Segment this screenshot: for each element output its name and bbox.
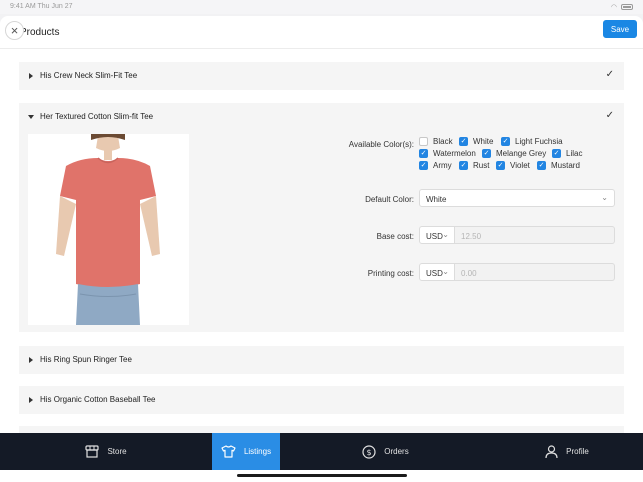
status-time: 9:41 AM Thu Jun 27	[10, 3, 73, 10]
product-row-header[interactable]: His Ring Spun Ringer Tee	[19, 346, 624, 374]
product-row[interactable]: His Crew Neck Slim-Fit Tee ✓	[19, 62, 624, 90]
tshirt-icon	[221, 445, 236, 458]
checkbox-checked-icon: ✓	[419, 160, 428, 170]
product-row[interactable]: His Ring Spun Ringer Tee	[19, 346, 624, 374]
printing-cost-currency-select[interactable]: USD ⌄	[419, 263, 455, 281]
color-checkbox-light-fuchsia[interactable]: ✓ Light Fuchsia	[501, 136, 563, 146]
svg-text:$: $	[367, 448, 372, 457]
chevron-down-icon: ⌄	[442, 230, 449, 239]
checkmark-icon: ✓	[605, 69, 614, 80]
close-button[interactable]: ×	[5, 21, 24, 40]
product-name: His Crew Neck Slim-Fit Tee	[40, 71, 138, 80]
color-checkbox-army[interactable]: ✓ Army	[419, 160, 459, 170]
checkbox-checked-icon: ✓	[459, 160, 468, 170]
page-title: Products	[20, 27, 60, 38]
color-checkbox-watermelon[interactable]: ✓ Watermelon	[419, 148, 482, 158]
product-row-header[interactable]: Her Textured Cotton Slim-fit Tee ✓	[19, 103, 624, 131]
product-row-header[interactable]: His Crew Neck Slim-Fit Tee ✓	[19, 62, 624, 90]
checkbox-unchecked-icon	[419, 136, 428, 146]
checkbox-checked-icon: ✓	[552, 148, 561, 158]
battery-icon	[621, 4, 633, 10]
color-checkbox-black[interactable]: Black	[419, 136, 459, 146]
tab-profile-label: Profile	[566, 447, 589, 456]
product-name: Her Textured Cotton Slim-fit Tee	[40, 112, 154, 121]
product-row-header[interactable]: His Organic Cotton Baseball Tee	[19, 386, 624, 414]
tab-store[interactable]: Store	[0, 433, 212, 470]
product-image	[28, 134, 189, 325]
caret-down-icon	[28, 115, 34, 119]
color-checkbox-grid: Black ✓ White ✓ Light Fuchsia ✓ Watermelon …	[419, 135, 582, 171]
wifi-icon: ◠	[610, 4, 617, 11]
tab-profile[interactable]: Profile	[491, 433, 643, 470]
base-cost-input[interactable]: 12.50	[455, 226, 615, 244]
tab-listings[interactable]: Listings	[212, 433, 280, 470]
color-checkbox-lilac[interactable]: ✓ Lilac	[552, 148, 582, 158]
sheet-header: Products × Save	[0, 16, 643, 49]
product-name: His Ring Spun Ringer Tee	[40, 355, 132, 364]
caret-right-icon	[29, 73, 33, 79]
available-colors-label: Available Color(s):	[348, 140, 414, 149]
home-indicator[interactable]	[237, 474, 407, 477]
color-checkbox-white[interactable]: ✓ White	[459, 136, 501, 146]
default-color-label: Default Color:	[365, 195, 414, 204]
checkbox-checked-icon: ✓	[419, 148, 428, 158]
printing-cost-field: USD ⌄ 0.00	[419, 263, 615, 281]
product-name: His Organic Cotton Baseball Tee	[40, 395, 156, 404]
color-checkbox-melange-grey[interactable]: ✓ Melange Grey	[482, 148, 552, 158]
printing-cost-input[interactable]: 0.00	[455, 263, 615, 281]
tab-listings-label: Listings	[243, 447, 272, 456]
checkmark-icon: ✓	[605, 110, 614, 121]
color-checkbox-mustard[interactable]: ✓ Mustard	[537, 160, 580, 170]
save-button[interactable]: Save	[603, 20, 637, 38]
color-checkbox-violet[interactable]: ✓ Violet	[496, 160, 537, 170]
color-checkbox-rust[interactable]: ✓ Rust	[459, 160, 496, 170]
tab-orders[interactable]: $ Orders	[280, 433, 491, 470]
base-cost-currency-select[interactable]: USD ⌄	[419, 226, 455, 244]
caret-right-icon	[29, 357, 33, 363]
product-row[interactable]: His Organic Cotton Baseball Tee	[19, 386, 624, 414]
store-icon	[85, 445, 100, 458]
products-sheet: Products × Save His Crew Neck Slim-Fit T…	[0, 16, 643, 436]
chevron-down-icon: ⌄	[442, 267, 449, 276]
chevron-down-icon: ⌄	[601, 193, 608, 202]
printing-cost-label: Printing cost:	[367, 269, 414, 278]
tab-bar: Store Listings $ Orders Profile	[0, 433, 643, 470]
caret-right-icon	[29, 397, 33, 403]
checkbox-checked-icon: ✓	[482, 148, 491, 158]
user-icon	[545, 444, 558, 458]
base-cost-label: Base cost:	[376, 232, 414, 241]
default-color-value: White	[426, 195, 447, 204]
checkbox-checked-icon: ✓	[496, 160, 505, 170]
product-row-expanded: Her Textured Cotton Slim-fit Tee ✓ Avail…	[19, 103, 624, 332]
status-icons: ◠	[611, 3, 633, 11]
base-cost-field: USD ⌄ 12.50	[419, 226, 615, 244]
tab-orders-label: Orders	[384, 447, 409, 456]
default-color-select[interactable]: White ⌄	[419, 189, 615, 207]
status-bar: 9:41 AM Thu Jun 27 ◠	[0, 0, 643, 14]
checkbox-checked-icon: ✓	[459, 136, 468, 146]
dollar-circle-icon: $	[362, 444, 376, 459]
checkbox-checked-icon: ✓	[501, 136, 510, 146]
checkbox-checked-icon: ✓	[537, 160, 546, 170]
tshirt-model-image	[28, 134, 189, 325]
close-icon: ×	[10, 23, 19, 38]
tab-store-label: Store	[107, 447, 127, 456]
